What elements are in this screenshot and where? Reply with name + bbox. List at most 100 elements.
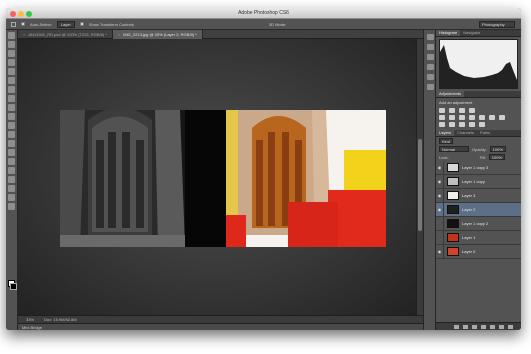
zoom-icon[interactable] bbox=[8, 203, 15, 210]
layer-row[interactable]: ◉ Layer 1 copy 3 bbox=[436, 160, 521, 175]
title-bar: Adobe Photoshop CS6 bbox=[6, 8, 521, 19]
layer-row[interactable]: ◉ Layer 3 bbox=[436, 188, 521, 203]
close-window-button[interactable] bbox=[10, 11, 16, 17]
vertical-scrollbar[interactable] bbox=[416, 39, 423, 315]
visibility-eye-icon[interactable] bbox=[436, 216, 444, 231]
marquee-icon[interactable] bbox=[8, 41, 15, 48]
threshold-icon[interactable] bbox=[459, 122, 465, 127]
link-layers-icon[interactable] bbox=[454, 324, 459, 329]
layer-name: Layer 0 bbox=[462, 249, 476, 254]
properties-icon[interactable] bbox=[427, 54, 434, 60]
layer-name: Layer 1 bbox=[462, 235, 476, 240]
new-adjustment-icon[interactable] bbox=[481, 324, 486, 329]
background-color-swatch[interactable] bbox=[10, 283, 17, 290]
document-image[interactable] bbox=[60, 110, 386, 247]
document-tab[interactable]: × AN13302_RD.psd @ 100% (T225, RGB/8) * bbox=[18, 30, 113, 39]
visibility-eye-icon[interactable]: ◉ bbox=[436, 174, 444, 189]
shape-icon[interactable] bbox=[8, 185, 15, 192]
scroll-thumb[interactable] bbox=[418, 139, 422, 231]
pen-icon[interactable] bbox=[8, 158, 15, 165]
channel-mixer-icon[interactable] bbox=[489, 115, 495, 120]
close-tab-icon[interactable]: × bbox=[23, 32, 25, 37]
status-bar: 33% Doc: 15.9M/62.8M bbox=[18, 315, 423, 323]
delete-layer-icon[interactable] bbox=[508, 324, 513, 329]
visibility-eye-icon[interactable]: ◉ bbox=[436, 160, 444, 175]
invert-icon[interactable] bbox=[439, 122, 445, 127]
quick-select-icon[interactable] bbox=[8, 59, 15, 66]
dodge-icon[interactable] bbox=[8, 149, 15, 156]
hand-icon[interactable] bbox=[8, 194, 15, 201]
blur-icon[interactable] bbox=[8, 140, 15, 147]
levels-icon[interactable] bbox=[449, 108, 455, 113]
panel-tab-paths[interactable]: Paths bbox=[477, 130, 493, 136]
visibility-eye-icon[interactable]: ◉ bbox=[436, 202, 444, 217]
layer-row[interactable]: ◉ Layer 1 copy bbox=[436, 174, 521, 189]
zoom-window-button[interactable] bbox=[26, 11, 32, 17]
eraser-icon[interactable] bbox=[8, 122, 15, 129]
blend-mode-dropdown[interactable]: Normal bbox=[439, 146, 469, 152]
visibility-eye-icon[interactable]: ◉ bbox=[436, 188, 444, 203]
lasso-icon[interactable] bbox=[8, 50, 15, 57]
opacity-field[interactable]: 100% bbox=[489, 146, 506, 152]
photoshop-window: Adobe Photoshop CS6 Auto-Select: Layer S… bbox=[6, 8, 521, 330]
adjustments-panel: Add an adjustment bbox=[436, 98, 521, 130]
panel-tab-layers[interactable]: Layers bbox=[436, 130, 455, 136]
auto-select-dropdown[interactable]: Layer bbox=[56, 20, 75, 28]
curves-icon[interactable] bbox=[459, 108, 465, 113]
exposure-icon[interactable] bbox=[469, 108, 475, 113]
vibrance-icon[interactable] bbox=[439, 115, 445, 120]
eyedropper-icon[interactable] bbox=[8, 77, 15, 84]
opacity-label: Opacity: bbox=[472, 146, 487, 152]
history-brush-icon[interactable] bbox=[8, 113, 15, 120]
history-icon[interactable] bbox=[427, 34, 434, 40]
brush-presets-icon[interactable] bbox=[427, 64, 434, 70]
gradient-icon[interactable] bbox=[8, 131, 15, 138]
fill-field[interactable]: 100% bbox=[488, 154, 506, 160]
black-white-icon[interactable] bbox=[469, 115, 475, 120]
clone-stamp-icon[interactable] bbox=[8, 104, 15, 111]
path-select-icon[interactable] bbox=[8, 176, 15, 183]
layer-style-icon[interactable] bbox=[463, 324, 468, 329]
panel-tab-navigator[interactable]: Navigator bbox=[460, 30, 483, 36]
document-tab[interactable]: × IMG_2213.jpg @ 33% (Layer 2, RGB/8) * bbox=[112, 30, 203, 39]
move-icon[interactable] bbox=[8, 32, 15, 39]
close-tab-icon[interactable]: × bbox=[118, 32, 120, 37]
visibility-eye-icon[interactable] bbox=[436, 230, 444, 245]
move-tool-icon[interactable] bbox=[11, 21, 16, 27]
layer-row[interactable]: ◉ Layer 2 bbox=[436, 202, 521, 217]
posterize-icon[interactable] bbox=[449, 122, 455, 127]
crop-icon[interactable] bbox=[8, 68, 15, 75]
type-icon[interactable] bbox=[8, 167, 15, 174]
paragraph-icon[interactable] bbox=[427, 84, 434, 90]
new-group-icon[interactable] bbox=[490, 324, 495, 329]
color-balance-icon[interactable] bbox=[459, 115, 465, 120]
lock-label: Lock: bbox=[439, 154, 449, 160]
visibility-eye-icon[interactable]: ◉ bbox=[436, 244, 444, 259]
hue-saturation-icon[interactable] bbox=[449, 115, 455, 120]
gradient-map-icon[interactable] bbox=[469, 122, 475, 127]
brightness-icon[interactable] bbox=[439, 108, 445, 113]
canvas-area[interactable] bbox=[18, 39, 416, 315]
auto-select-checkbox[interactable] bbox=[21, 22, 25, 26]
actions-icon[interactable] bbox=[427, 44, 434, 50]
brush-icon[interactable] bbox=[8, 95, 15, 102]
healing-brush-icon[interactable] bbox=[8, 86, 15, 93]
character-icon[interactable] bbox=[427, 74, 434, 80]
layer-row[interactable]: Layer 1 copy 2 bbox=[436, 216, 521, 231]
panel-tab-adjustments[interactable]: Adjustments bbox=[436, 91, 465, 97]
selective-color-icon[interactable] bbox=[479, 122, 485, 127]
color-lookup-icon[interactable] bbox=[499, 115, 505, 120]
panel-tab-histogram[interactable]: Histogram bbox=[436, 30, 461, 36]
workspace-dropdown[interactable]: Photography bbox=[479, 21, 515, 28]
kind-filter-dropdown[interactable]: Kind bbox=[439, 138, 454, 144]
zoom-level[interactable]: 33% bbox=[26, 317, 34, 322]
minimize-window-button[interactable] bbox=[18, 11, 24, 17]
panel-tab-channels[interactable]: Channels bbox=[454, 130, 477, 136]
photo-filter-icon[interactable] bbox=[479, 115, 485, 120]
layer-row[interactable]: Layer 1 bbox=[436, 230, 521, 245]
new-layer-icon[interactable] bbox=[499, 324, 504, 329]
layer-row[interactable]: ◉ Layer 0 bbox=[436, 244, 521, 259]
add-mask-icon[interactable] bbox=[472, 324, 477, 329]
mini-bridge-tab[interactable]: Mini Bridge bbox=[18, 323, 423, 330]
transform-controls-checkbox[interactable] bbox=[79, 22, 84, 26]
